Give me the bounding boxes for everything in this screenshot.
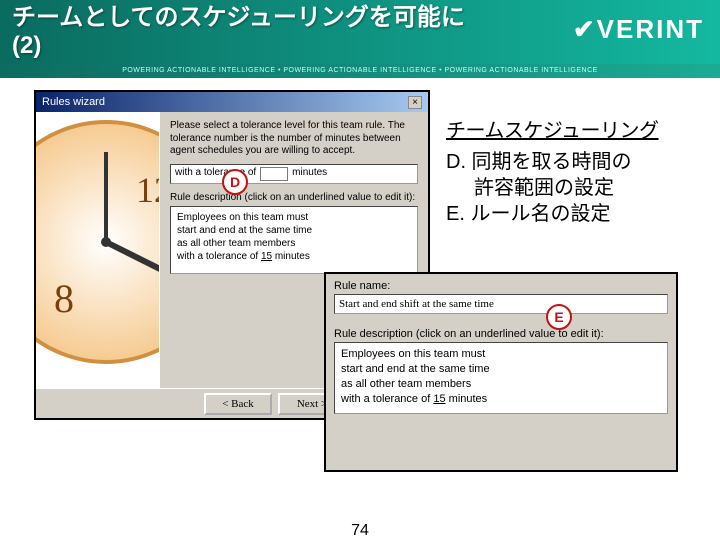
annot-e-line: E. ルール名の設定	[446, 201, 696, 227]
back-button[interactable]: < Back	[204, 393, 272, 415]
annot-d-line2: 許容範囲の設定	[446, 175, 696, 201]
tolerance-input[interactable]	[260, 167, 288, 181]
tolerance-suffix: minutes	[292, 167, 327, 180]
verint-logo: ✔VERINT	[573, 14, 704, 45]
logo-check-icon: ✔	[573, 14, 597, 44]
slide-canvas: Rules wizard × 8 12	[0, 80, 720, 540]
wizard-title: Rules wizard	[42, 96, 105, 108]
rule-name-input[interactable]	[334, 294, 668, 314]
wizard-instruction: Please select a tolerance level for this…	[170, 120, 418, 158]
popup-desc-label: Rule description (click on an underlined…	[326, 314, 676, 342]
wizard-sidebar-image: 8 12	[36, 112, 160, 388]
svg-text:12: 12	[136, 170, 160, 210]
callout-D: D	[222, 169, 248, 195]
title-line1: チームとしてのスケジューリングを可能に	[12, 4, 465, 31]
slide-number: 74	[351, 522, 369, 540]
title-line2: (2)	[12, 32, 41, 59]
tolerance-row: with a tolerance of minutes	[170, 164, 418, 184]
annot-d-line1: D. 同期を取る時間の	[446, 149, 696, 175]
tagline-bar: POWERING ACTIONABLE INTELLIGENCE • POWER…	[0, 64, 720, 78]
popup-desc-box[interactable]: Employees on this team must start and en…	[334, 342, 668, 414]
annot-header: チームスケジューリング	[446, 114, 696, 143]
rule-desc-panel[interactable]: Employees on this team must start and en…	[170, 206, 418, 274]
callout-E: E	[546, 304, 572, 330]
close-icon[interactable]: ×	[408, 96, 422, 109]
slide-header: チームとしてのスケジューリングを可能に (2) ✔VERINT	[0, 0, 720, 64]
rule-name-label: Rule name:	[326, 274, 676, 294]
rule-desc-label: Rule description (click on an underlined…	[170, 192, 418, 205]
svg-text:8: 8	[54, 276, 74, 321]
rule-name-popup: Rule name: Rule description (click on an…	[324, 272, 678, 472]
annotation-block: チームスケジューリング D. 同期を取る時間の 許容範囲の設定 E. ルール名の…	[446, 114, 696, 227]
wizard-titlebar[interactable]: Rules wizard ×	[36, 92, 428, 112]
